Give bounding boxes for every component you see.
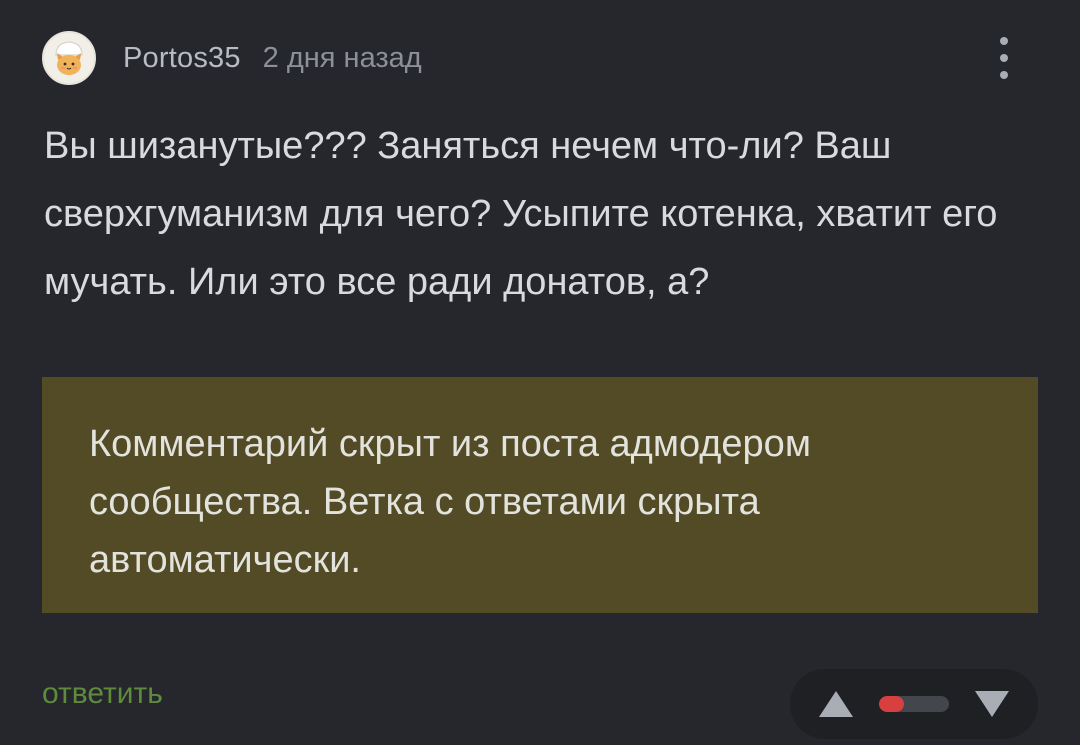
- chef-cat-avatar-icon: [44, 33, 94, 83]
- comment-header: Portos35 2 дня назад: [42, 30, 422, 86]
- comment-text: Вы шизанутые??? Заняться нечем что-ли? В…: [44, 125, 998, 303]
- vote-control: [790, 669, 1038, 739]
- triangle-down-icon[interactable]: [972, 685, 1012, 723]
- reply-button[interactable]: ответить: [42, 677, 163, 711]
- moderation-notice-text: Комментарий скрыт из поста адмодером соо…: [89, 423, 811, 581]
- rating-bar: [879, 696, 949, 712]
- comment-time: 2 дня назад: [262, 41, 422, 74]
- vertical-dots-icon[interactable]: [994, 33, 1014, 83]
- avatar[interactable]: [42, 31, 96, 85]
- author-name[interactable]: Portos35: [123, 42, 241, 75]
- rating-fill: [879, 696, 904, 712]
- moderation-notice: Комментарий скрыт из поста адмодером соо…: [42, 377, 1038, 613]
- triangle-up-icon[interactable]: [816, 685, 856, 723]
